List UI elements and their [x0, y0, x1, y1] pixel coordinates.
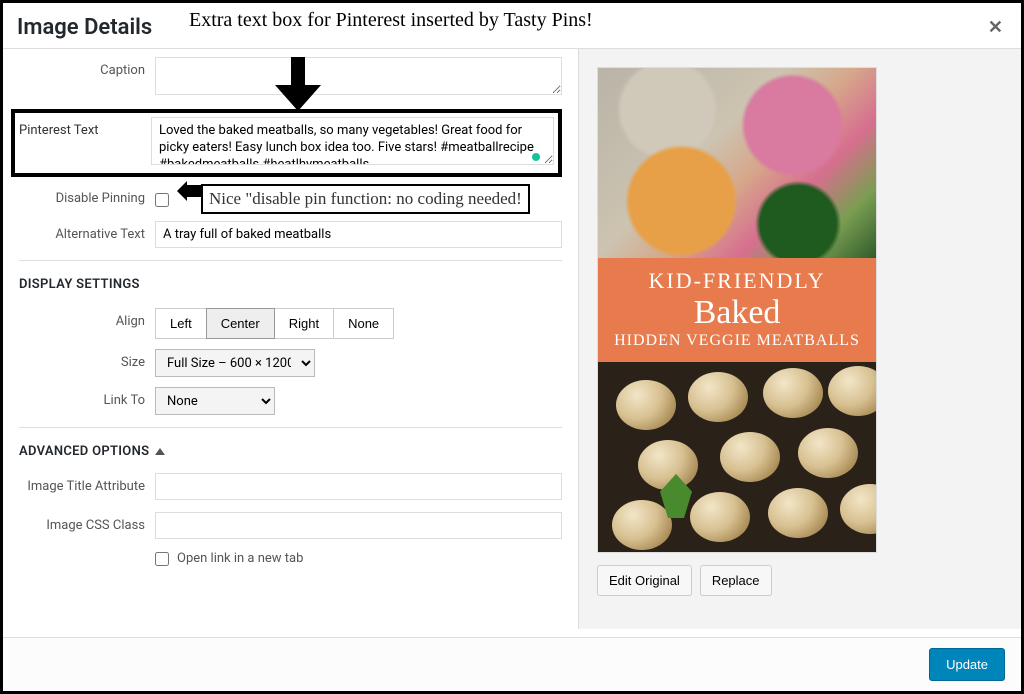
- advanced-options-heading: Advanced Options: [19, 444, 149, 459]
- newtab-label: Open link in a new tab: [177, 551, 303, 566]
- alt-text-label: Alternative Text: [19, 221, 155, 242]
- pinterest-text-label: Pinterest Text: [19, 117, 151, 138]
- modal-title: Image Details: [17, 15, 152, 40]
- banner-line3: HIDDEN VEGGIE MEATBALLS: [602, 332, 872, 350]
- disable-pinning-label: Disable Pinning: [19, 185, 155, 206]
- preview-image-top: [598, 68, 876, 258]
- align-left-button[interactable]: Left: [155, 308, 207, 339]
- edit-original-button[interactable]: Edit Original: [597, 565, 692, 596]
- align-label: Align: [19, 308, 155, 329]
- preview-banner: KID-FRIENDLY Baked HIDDEN VEGGIE MEATBAL…: [598, 258, 876, 362]
- banner-line1: KID-FRIENDLY: [602, 268, 872, 294]
- align-button-group: Left Center Right None: [155, 308, 562, 339]
- replace-button[interactable]: Replace: [700, 565, 772, 596]
- title-attr-label: Image Title Attribute: [19, 479, 155, 494]
- pinterest-text-row: Pinterest Text Loved the baked meatballs…: [11, 109, 562, 177]
- newtab-checkbox[interactable]: [155, 552, 169, 566]
- caption-label: Caption: [19, 57, 155, 78]
- align-center-button[interactable]: Center: [206, 308, 275, 339]
- align-none-button[interactable]: None: [333, 308, 394, 339]
- caption-textarea[interactable]: [155, 57, 562, 95]
- title-attr-input[interactable]: [155, 473, 562, 500]
- css-class-input[interactable]: [155, 512, 562, 539]
- arrow-down-icon: [273, 57, 323, 113]
- update-button[interactable]: Update: [929, 648, 1005, 681]
- align-right-button[interactable]: Right: [274, 308, 334, 339]
- grammarly-indicator-icon: [532, 153, 540, 161]
- display-settings-heading: Display Settings: [19, 277, 562, 292]
- image-preview: KID-FRIENDLY Baked HIDDEN VEGGIE MEATBAL…: [597, 67, 877, 553]
- annotation-top: Extra text box for Pinterest inserted by…: [185, 7, 597, 34]
- size-select[interactable]: Full Size – 600 × 1200: [155, 349, 315, 377]
- linkto-label: Link To: [19, 387, 155, 408]
- preview-image-bottom: [598, 362, 876, 552]
- linkto-select[interactable]: None: [155, 387, 275, 415]
- size-label: Size: [19, 349, 155, 370]
- pinterest-text-textarea[interactable]: Loved the baked meatballs, so many veget…: [151, 117, 554, 165]
- alt-text-input[interactable]: [155, 221, 562, 248]
- annotation-disable: Nice "disable pin function: no coding ne…: [201, 184, 530, 214]
- css-class-label: Image CSS Class: [19, 518, 155, 533]
- banner-line2: Baked: [602, 296, 872, 330]
- advanced-options-toggle[interactable]: Advanced Options: [19, 444, 562, 459]
- close-icon[interactable]: ✕: [988, 17, 1003, 38]
- chevron-up-icon: [155, 448, 165, 455]
- arrow-left-icon: [177, 181, 201, 201]
- disable-pinning-checkbox[interactable]: [155, 193, 169, 207]
